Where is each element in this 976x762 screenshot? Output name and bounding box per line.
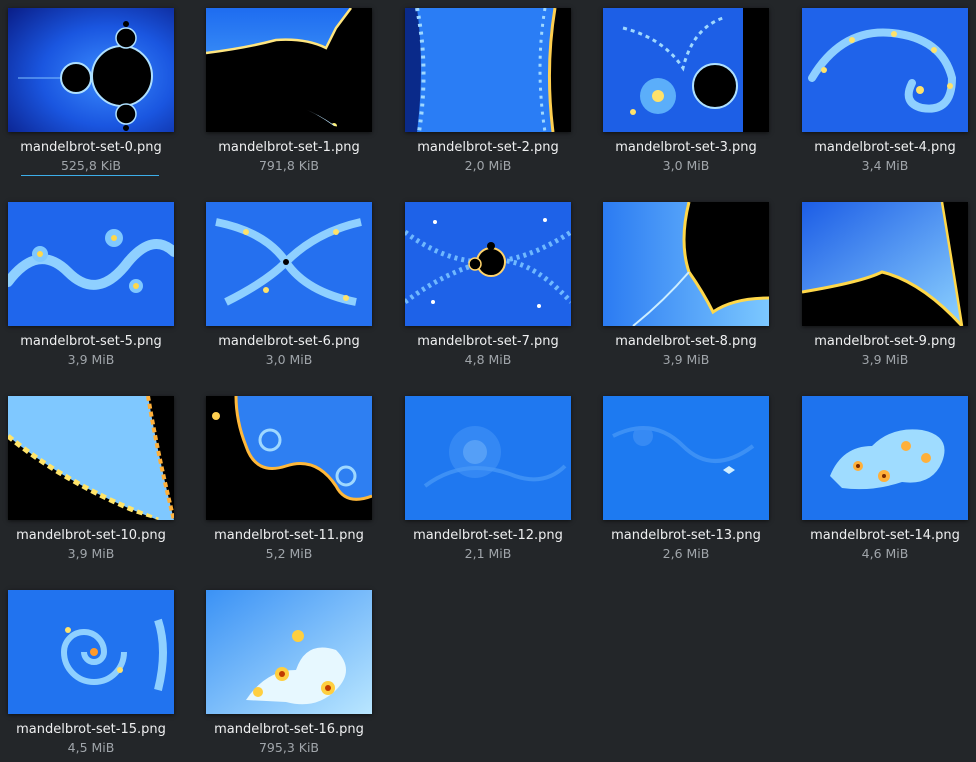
file-name: mandelbrot-set-8.png	[615, 334, 757, 349]
file-item[interactable]: mandelbrot-set-11.png 5,2 MiB	[198, 388, 388, 568]
thumbnail	[8, 590, 174, 714]
file-name: mandelbrot-set-14.png	[810, 528, 960, 543]
file-size: 3,9 MiB	[67, 546, 115, 561]
file-item[interactable]: mandelbrot-set-7.png 4,8 MiB	[397, 194, 587, 374]
file-item[interactable]: mandelbrot-set-6.png 3,0 MiB	[198, 194, 388, 374]
file-size: 795,3 KiB	[258, 740, 319, 755]
file-name: mandelbrot-set-1.png	[218, 140, 360, 155]
thumbnail	[405, 202, 571, 326]
file-size: 3,4 MiB	[861, 158, 909, 173]
file-item[interactable]: mandelbrot-set-0.png 525,8 KiB	[0, 0, 190, 180]
thumbnail	[206, 8, 372, 132]
file-grid: mandelbrot-set-0.png 525,8 KiB mandelbro…	[0, 0, 976, 762]
file-size: 3,9 MiB	[662, 352, 710, 367]
file-name: mandelbrot-set-4.png	[814, 140, 956, 155]
file-size: 2,0 MiB	[464, 158, 512, 173]
file-size: 3,9 MiB	[67, 352, 115, 367]
file-size: 791,8 KiB	[258, 158, 319, 173]
file-name: mandelbrot-set-7.png	[417, 334, 559, 349]
file-name: mandelbrot-set-11.png	[214, 528, 364, 543]
file-size: 3,9 MiB	[861, 352, 909, 367]
file-item[interactable]: mandelbrot-set-15.png 4,5 MiB	[0, 582, 190, 762]
file-size: 4,8 MiB	[464, 352, 512, 367]
file-size: 525,8 KiB	[60, 158, 121, 173]
thumbnail	[8, 396, 174, 520]
file-name: mandelbrot-set-2.png	[417, 140, 559, 155]
file-name: mandelbrot-set-16.png	[214, 722, 364, 737]
file-size: 3,0 MiB	[265, 352, 313, 367]
file-name: mandelbrot-set-15.png	[16, 722, 166, 737]
thumbnail	[405, 8, 571, 132]
thumbnail	[206, 590, 372, 714]
file-name: mandelbrot-set-5.png	[20, 334, 162, 349]
file-item[interactable]: mandelbrot-set-10.png 3,9 MiB	[0, 388, 190, 568]
file-item[interactable]: mandelbrot-set-3.png 3,0 MiB	[595, 0, 785, 180]
file-name: mandelbrot-set-0.png	[20, 140, 162, 155]
file-size: 4,5 MiB	[67, 740, 115, 755]
file-item[interactable]: mandelbrot-set-16.png 795,3 KiB	[198, 582, 388, 762]
thumbnail	[802, 202, 968, 326]
file-item[interactable]: mandelbrot-set-13.png 2,6 MiB	[595, 388, 785, 568]
file-name: mandelbrot-set-13.png	[611, 528, 761, 543]
file-item[interactable]: mandelbrot-set-5.png 3,9 MiB	[0, 194, 190, 374]
thumbnail	[603, 202, 769, 326]
file-size: 2,6 MiB	[662, 546, 710, 561]
thumbnail	[8, 8, 174, 132]
focus-underline	[21, 175, 159, 176]
file-name: mandelbrot-set-9.png	[814, 334, 956, 349]
file-size: 2,1 MiB	[464, 546, 512, 561]
file-size: 5,2 MiB	[265, 546, 313, 561]
file-item[interactable]: mandelbrot-set-2.png 2,0 MiB	[397, 0, 587, 180]
file-item[interactable]: mandelbrot-set-4.png 3,4 MiB	[794, 0, 976, 180]
file-size: 4,6 MiB	[861, 546, 909, 561]
thumbnail	[8, 202, 174, 326]
file-name: mandelbrot-set-3.png	[615, 140, 757, 155]
thumbnail	[802, 8, 968, 132]
file-item[interactable]: mandelbrot-set-9.png 3,9 MiB	[794, 194, 976, 374]
file-name: mandelbrot-set-12.png	[413, 528, 563, 543]
thumbnail	[206, 396, 372, 520]
file-item[interactable]: mandelbrot-set-1.png 791,8 KiB	[198, 0, 388, 180]
thumbnail	[802, 396, 968, 520]
thumbnail	[603, 8, 769, 132]
file-size: 3,0 MiB	[662, 158, 710, 173]
file-name: mandelbrot-set-6.png	[218, 334, 360, 349]
file-item[interactable]: mandelbrot-set-8.png 3,9 MiB	[595, 194, 785, 374]
file-item[interactable]: mandelbrot-set-14.png 4,6 MiB	[794, 388, 976, 568]
file-name: mandelbrot-set-10.png	[16, 528, 166, 543]
file-item[interactable]: mandelbrot-set-12.png 2,1 MiB	[397, 388, 587, 568]
thumbnail	[405, 396, 571, 520]
thumbnail	[206, 202, 372, 326]
thumbnail	[603, 396, 769, 520]
